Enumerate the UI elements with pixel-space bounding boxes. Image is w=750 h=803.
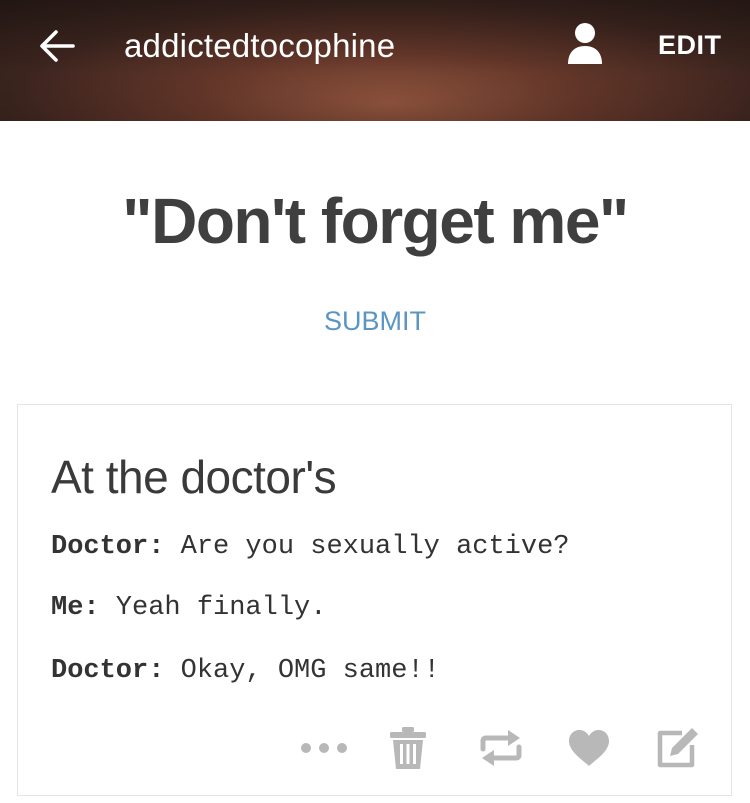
speaker-label: Doctor: bbox=[51, 656, 165, 686]
dialogue-line: Doctor: Okay, OMG same!! bbox=[51, 654, 440, 688]
dialogue-line: Me: Yeah finally. bbox=[51, 591, 326, 625]
submit-link[interactable]: SUBMIT bbox=[0, 305, 750, 337]
post-card: At the doctor's Doctor: Are you sexually… bbox=[17, 404, 732, 796]
edit-icon bbox=[657, 728, 698, 768]
user-icon bbox=[568, 23, 602, 64]
dialogue-text: Okay, OMG same!! bbox=[164, 656, 440, 686]
edit-post-button[interactable] bbox=[654, 723, 702, 773]
dialogue-text: Yeah finally. bbox=[99, 593, 327, 623]
edit-button[interactable]: EDIT bbox=[658, 29, 722, 61]
arrow-left-icon bbox=[40, 30, 75, 62]
like-button[interactable] bbox=[566, 723, 612, 773]
page-title: "Don't forget me" bbox=[122, 185, 629, 257]
post-actions bbox=[18, 723, 733, 777]
delete-button[interactable] bbox=[386, 723, 430, 773]
blog-header: addictedtocophine EDIT bbox=[0, 0, 750, 121]
dialogue-line: Doctor: Are you sexually active? bbox=[51, 530, 570, 564]
dialogue-text: Are you sexually active? bbox=[164, 532, 570, 562]
more-icon bbox=[301, 743, 347, 753]
account-button[interactable] bbox=[566, 22, 604, 66]
reblog-icon bbox=[480, 730, 522, 766]
more-button[interactable] bbox=[296, 723, 352, 773]
heart-icon bbox=[569, 730, 609, 766]
reblog-button[interactable] bbox=[476, 723, 526, 773]
speaker-label: Doctor: bbox=[51, 532, 165, 562]
blog-name[interactable]: addictedtocophine bbox=[124, 26, 395, 66]
trash-icon bbox=[390, 727, 426, 769]
back-button[interactable] bbox=[36, 25, 78, 67]
post-title: At the doctor's bbox=[51, 451, 337, 503]
speaker-label: Me: bbox=[51, 593, 100, 623]
